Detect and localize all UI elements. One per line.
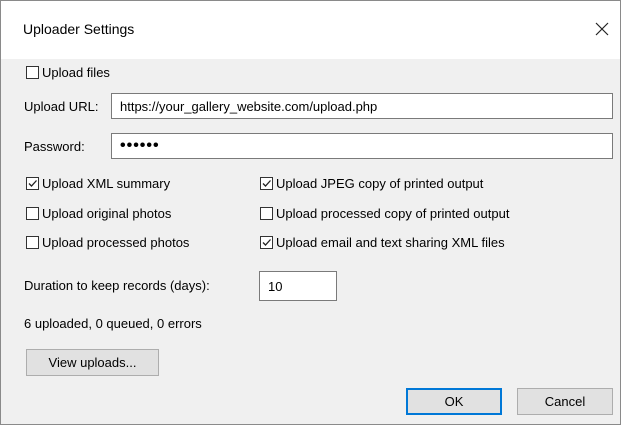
upload-files-checkbox[interactable]: Upload files — [26, 65, 110, 80]
upload-url-label: Upload URL: — [24, 99, 99, 114]
duration-input[interactable]: 10 — [259, 271, 337, 301]
close-button[interactable] — [584, 11, 620, 47]
upload-jpeg-copy-checkbox[interactable]: Upload JPEG copy of printed output — [260, 176, 483, 191]
checkmark-icon — [262, 180, 271, 187]
cancel-button[interactable]: Cancel — [517, 388, 613, 415]
checkmark-icon — [262, 239, 271, 246]
ok-button[interactable]: OK — [406, 388, 502, 415]
upload-url-input[interactable]: https://your_gallery_website.com/upload.… — [111, 93, 613, 119]
upload-xml-summary-label: Upload XML summary — [42, 176, 171, 191]
upload-processed-photos-label: Upload processed photos — [42, 235, 190, 250]
upload-email-text-xml-label: Upload email and text sharing XML files — [276, 235, 505, 250]
duration-label: Duration to keep records (days): — [24, 278, 210, 293]
checkbox-box[interactable] — [260, 207, 273, 220]
upload-original-photos-label: Upload original photos — [42, 206, 172, 221]
checkbox-box[interactable] — [26, 177, 39, 190]
checkmark-icon — [28, 180, 37, 187]
upload-original-photos-checkbox[interactable]: Upload original photos — [26, 206, 171, 221]
upload-jpeg-copy-label: Upload JPEG copy of printed output — [276, 176, 484, 191]
checkbox-box[interactable] — [260, 236, 273, 249]
checkbox-box[interactable] — [26, 236, 39, 249]
uploader-settings-dialog: Uploader Settings Upload files Upload UR… — [0, 0, 621, 425]
upload-files-label: Upload files — [42, 65, 110, 80]
upload-status-text: 6 uploaded, 0 queued, 0 errors — [24, 316, 202, 331]
checkbox-box[interactable] — [26, 207, 39, 220]
checkbox-box[interactable] — [26, 66, 39, 79]
password-label: Password: — [24, 139, 85, 154]
checkbox-box[interactable] — [260, 177, 273, 190]
upload-xml-summary-checkbox[interactable]: Upload XML summary — [26, 176, 170, 191]
view-uploads-button[interactable]: View uploads... — [26, 349, 159, 376]
upload-processed-copy-checkbox[interactable]: Upload processed copy of printed output — [260, 206, 509, 221]
upload-processed-copy-label: Upload processed copy of printed output — [276, 206, 510, 221]
close-icon — [595, 22, 609, 36]
upload-processed-photos-checkbox[interactable]: Upload processed photos — [26, 235, 189, 250]
title-bar: Uploader Settings — [1, 1, 620, 59]
upload-email-text-xml-checkbox[interactable]: Upload email and text sharing XML files — [260, 235, 505, 250]
password-input[interactable]: •••••• — [111, 133, 613, 159]
window-title: Uploader Settings — [23, 21, 135, 37]
